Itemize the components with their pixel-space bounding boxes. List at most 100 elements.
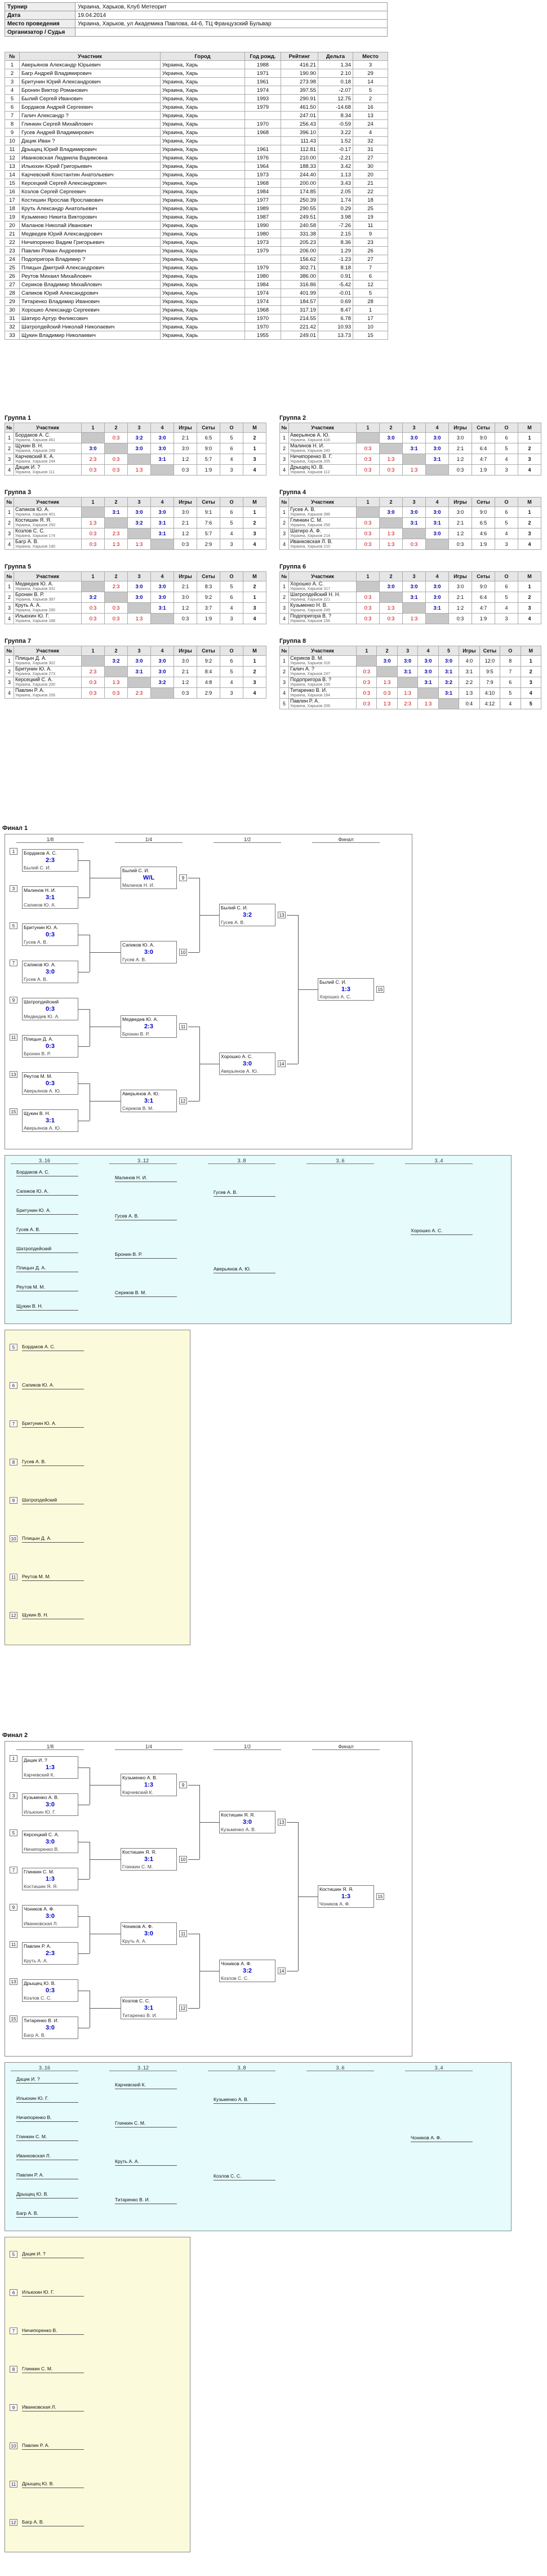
bracket-line <box>411 1234 473 1235</box>
repechage-bracket: 3..16 3..12 3..8 3..6 3..4 Бордаков А. С. Сапи… <box>5 1155 512 1324</box>
main-bracket: 1/8 1/4 1/2 Финал 1 Бордаков А. С. 2:3 Былий С.… <box>5 834 412 1149</box>
match-score <box>397 677 419 688</box>
match-score: 0:3 <box>376 687 398 699</box>
group-row: 3 Карчевский К. А. Украина, Харьков 244 2:3… <box>5 454 266 465</box>
round-label: 3..12 <box>109 2065 177 2071</box>
round-label: 1/2 <box>214 837 281 843</box>
participant-cell: 256.43 <box>281 119 318 128</box>
participant-cell: 174.85 <box>281 187 318 196</box>
participant-cell: 5 <box>353 288 388 297</box>
placement-entry: Ильюхин Ю. Г. <box>22 2289 55 2295</box>
participant-row: 18 Круть Александр Анатольевич Украина, Ха… <box>5 204 388 213</box>
match-score: 0:3 <box>356 539 380 550</box>
player-a: Плицын Д. А. <box>24 1036 54 1042</box>
participant-cell: 22 <box>5 238 20 247</box>
player-name: Павлин Р. А. <box>290 698 319 704</box>
player-city: Украина, Харьков 249 <box>290 609 331 612</box>
seed-number: 13 <box>10 1978 17 1985</box>
place-number: 9 <box>10 2404 17 2411</box>
participant-cell: Украина, Харь <box>160 136 245 145</box>
group-grid: № Участник 1 2 3 4 Игры Сеты О М 1 Медведев Ю. А. Ук… <box>5 571 266 624</box>
group-table: Группа 6 № Участник 1 2 3 4 Игры Сеты О М 1 Хорошко … <box>279 563 541 624</box>
bracket-line <box>22 1580 84 1581</box>
group-player-number: 2 <box>279 666 289 677</box>
sets-score: 2:9 <box>197 687 220 699</box>
player-name: Сериков В. М. <box>290 655 323 661</box>
participant-cell: 317.19 <box>281 305 318 314</box>
participant-cell: 2.15 <box>318 229 353 238</box>
participant-cell: Украина, Харь <box>160 255 245 264</box>
group-player-name: Ничипоренко В. Г. Украина, Харьков 205 <box>288 454 357 465</box>
match-score <box>356 507 380 518</box>
round-label: 1/4 <box>115 1744 183 1750</box>
sets-score: 4:8 <box>197 677 220 688</box>
place-number: 7 <box>10 2328 17 2334</box>
place-number: 6 <box>10 2289 17 2296</box>
participant-cell: Украина, Харь <box>160 280 245 289</box>
group-grid: № Участник 1 2 3 4 Игры Сеты О М 1 Аверьянов А. Ю. У… <box>279 423 541 476</box>
final-match: Былий С. И. 1:3 Хорошко А. С. <box>318 978 374 1001</box>
group-column-header: Сеты <box>472 571 495 581</box>
match-loser: Карчевский К. <box>122 1789 153 1795</box>
match-score: 1:3 <box>341 1893 350 1900</box>
match-score: 3:0 <box>46 1838 55 1845</box>
participant-row: 21 Медведев Юрий Александрович Украина, Ха… <box>5 229 388 238</box>
repechage-entry: Кузьменко А. В. <box>214 2097 249 2102</box>
match-score: 3:0 <box>425 443 449 454</box>
match-loser: Гусев А. В. <box>221 920 245 925</box>
games-score: 2:1 <box>448 592 472 603</box>
match-score <box>379 592 403 603</box>
participant-cell: 1977 <box>244 196 281 205</box>
bracket-line <box>16 2217 78 2218</box>
group-title: Группа 5 <box>5 563 32 570</box>
group-table: Группа 4 № Участник 1 2 3 4 Игры Сеты О М 1 Гусев А.… <box>279 489 541 550</box>
sets-score: 5:7 <box>197 454 220 465</box>
group-column-header: № <box>5 423 14 433</box>
group-column-header: 1 <box>356 571 380 581</box>
player-city: Украина, Харьков 416 <box>290 438 331 442</box>
participant-row: 10 Дацик Иван ? Украина, Харь 111.43 1.52 32 <box>5 136 388 145</box>
match-score: 3:1 <box>402 443 426 454</box>
participant-cell: 9 <box>353 229 388 238</box>
group-title: Группа 4 <box>279 489 306 496</box>
group-player-number: 4 <box>279 613 289 624</box>
group-column-header: 3 <box>397 646 419 656</box>
match-score: 3:1 <box>150 517 174 528</box>
player-a: Чоников А. Ф. <box>24 1906 55 1912</box>
group-column-header: Игры <box>448 423 472 433</box>
semifinal-match: Хорошко А. С. 3:0 Аверьянов А. Ю. <box>219 1052 275 1075</box>
repechage-entry: Щукин В. Н. <box>16 1303 43 1309</box>
match-number: 14 <box>278 1060 286 1067</box>
match-score: 2:3 <box>104 528 128 539</box>
match-score: 3:1 <box>144 2005 153 2011</box>
participant-cell <box>244 136 281 145</box>
player-city: Украина, Харьков 273 <box>15 672 56 676</box>
first-round-match: Бордаков А. С. 2:3 Былий С. И. <box>22 849 78 872</box>
place-number: 10 <box>10 1535 17 1542</box>
participant-cell: 1.13 <box>318 170 353 179</box>
match-loser: Козлов С. С. <box>221 1975 249 1981</box>
participant-cell: Украина, Харь <box>160 305 245 314</box>
player-name: Гусев А. В. <box>290 507 315 512</box>
participant-cell: 31 <box>353 145 388 154</box>
match-score: 3:0 <box>402 507 426 518</box>
participant-cell: 247.01 <box>281 111 318 120</box>
group-table: Группа 1 № Участник 1 2 3 4 Игры Сеты О М 1 Бордаков… <box>5 415 266 476</box>
points: 4 <box>495 528 518 539</box>
participant-cell: 11 <box>5 145 20 154</box>
player-name: Шатропдейский Н. Н. <box>290 592 340 597</box>
bracket-line <box>287 915 298 916</box>
participant-cell: 30 <box>353 162 388 171</box>
match-score: 3:0 <box>397 655 419 667</box>
placement-entry: Шатропдейский <box>22 1497 57 1503</box>
repechage-entry: Глинкин С. М. <box>16 2134 47 2139</box>
match-score: 0:3 <box>104 432 128 443</box>
match-score: 3:0 <box>46 1913 55 1920</box>
round-label: 1/2 <box>214 1744 281 1750</box>
match-score <box>438 698 460 709</box>
match-score: 3:1 <box>46 1117 55 1124</box>
first-round-match: Титаренко В. И. 3:0 Багр А. В. <box>22 2017 78 2039</box>
group-column-header: 1 <box>81 571 105 581</box>
participant-cell: 210.00 <box>281 153 318 162</box>
match-score: 1:3 <box>376 677 398 688</box>
